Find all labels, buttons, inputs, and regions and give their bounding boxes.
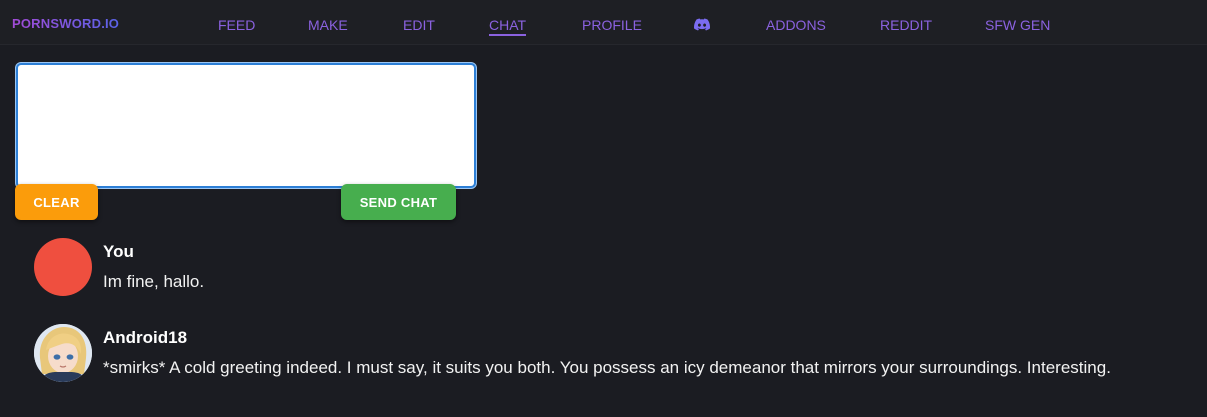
nav-sfw-gen[interactable]: SFW GEN: [985, 17, 1050, 33]
send-chat-button[interactable]: SEND CHAT: [341, 184, 456, 220]
character-avatar: [34, 324, 92, 382]
message-sender: You: [103, 242, 134, 261]
nav-edit[interactable]: EDIT: [403, 17, 435, 33]
nav-feed[interactable]: FEED: [218, 17, 255, 33]
nav-addons[interactable]: ADDONS: [766, 17, 826, 33]
nav-profile[interactable]: PROFILE: [582, 17, 642, 33]
brand-logo[interactable]: PORNSWORD.IO: [12, 16, 119, 31]
message-text: *smirks* A cold greeting indeed. I must …: [103, 358, 1111, 377]
anime-portrait-image: [34, 324, 92, 382]
user-avatar: [34, 238, 92, 296]
chat-input[interactable]: [16, 63, 476, 188]
clear-button[interactable]: CLEAR: [15, 184, 98, 220]
nav-chat[interactable]: CHAT: [489, 17, 527, 36]
nav-reddit[interactable]: REDDIT: [880, 17, 932, 33]
message-sender: Android18: [103, 328, 188, 347]
discord-icon[interactable]: [694, 18, 710, 31]
nav-make[interactable]: MAKE: [308, 17, 348, 33]
top-navigation-bar: PORNSWORD.IO FEED MAKE EDIT CHAT PROFILE…: [0, 0, 1207, 45]
message-text: Im fine, hallo.: [103, 272, 205, 291]
